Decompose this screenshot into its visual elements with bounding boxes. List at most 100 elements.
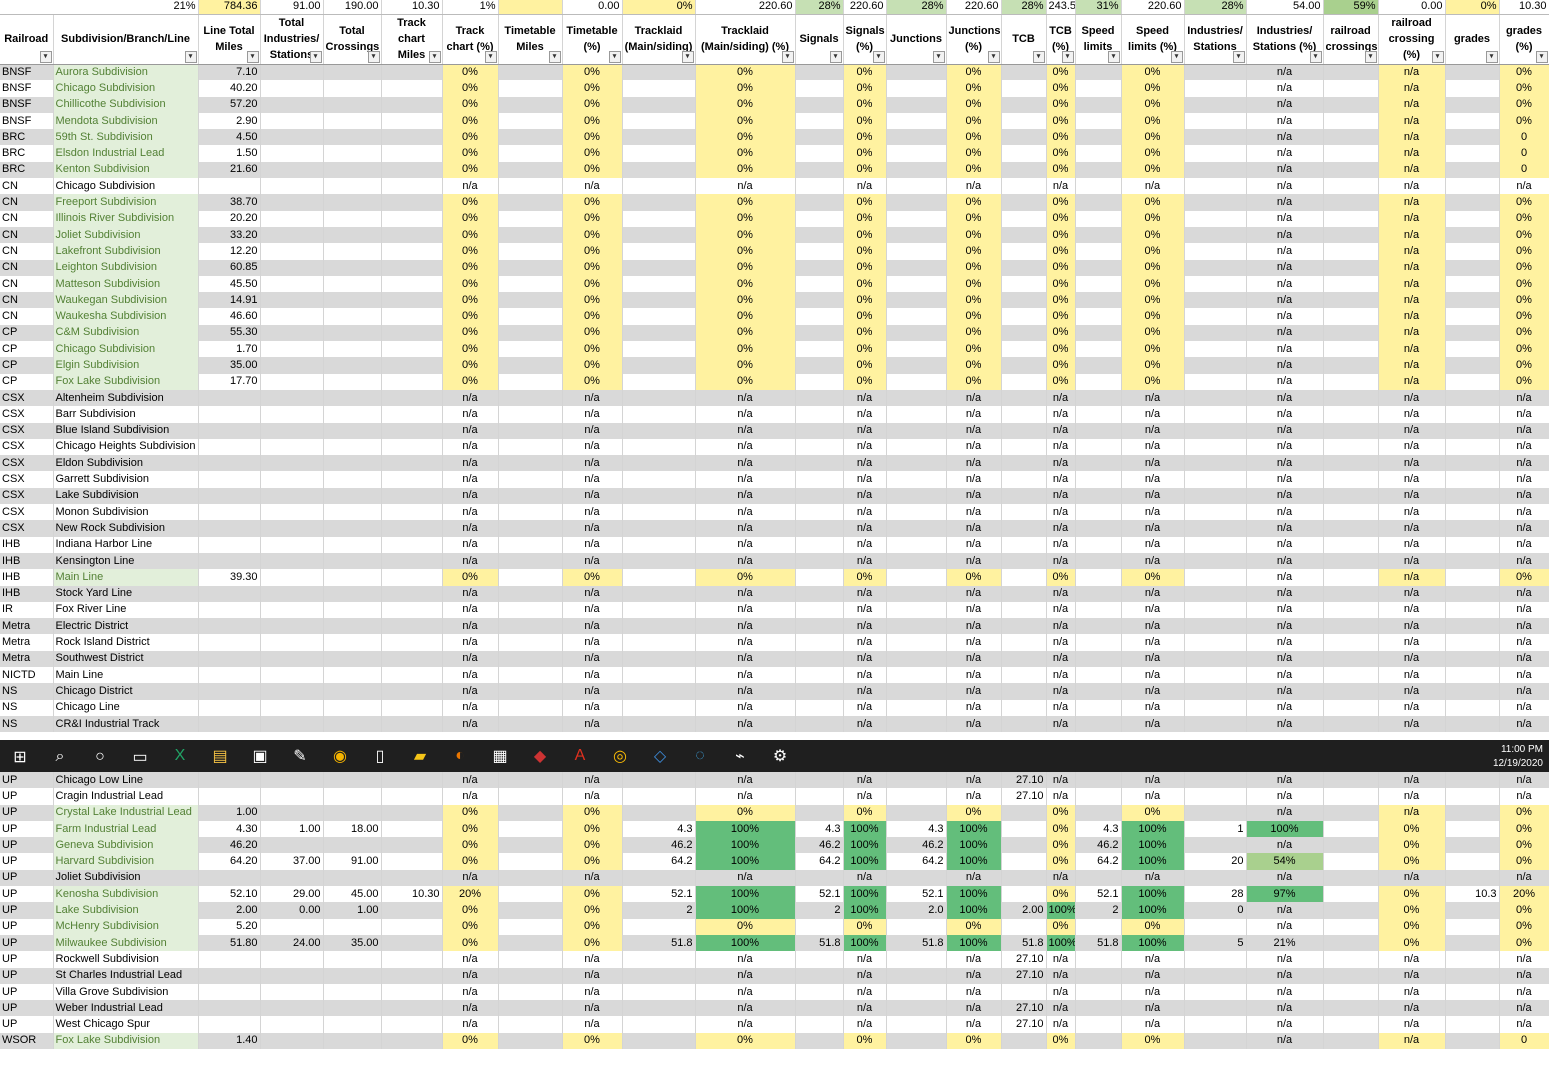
- table-cell[interactable]: Cragin Industrial Lead: [53, 788, 199, 805]
- table-cell[interactable]: [886, 520, 947, 537]
- table-cell[interactable]: [323, 438, 382, 456]
- table-cell[interactable]: [886, 618, 947, 635]
- table-cell[interactable]: [1445, 292, 1500, 309]
- table-cell[interactable]: 0%: [442, 112, 499, 130]
- table-cell[interactable]: n/a: [562, 1000, 623, 1017]
- table-cell[interactable]: 0%: [1499, 341, 1549, 358]
- table-cell[interactable]: [381, 308, 443, 325]
- table-cell[interactable]: BRC: [0, 129, 54, 146]
- table-cell[interactable]: [1075, 788, 1122, 805]
- table-cell[interactable]: n/a: [695, 618, 796, 635]
- table-cell[interactable]: 0%: [843, 275, 887, 293]
- total-cell[interactable]: 190.00: [323, 0, 382, 15]
- table-cell[interactable]: [886, 1016, 947, 1033]
- table-cell[interactable]: 0%: [1121, 918, 1185, 935]
- table-cell[interactable]: [1445, 64, 1500, 81]
- table-cell[interactable]: CN: [0, 308, 54, 325]
- table-cell[interactable]: [795, 96, 844, 113]
- table-cell[interactable]: Garrett Subdivision: [53, 471, 199, 488]
- table-cell[interactable]: 0%: [843, 129, 887, 146]
- table-cell[interactable]: [498, 145, 563, 162]
- table-cell[interactable]: n/a: [562, 951, 623, 968]
- table-cell[interactable]: 55.30: [198, 324, 261, 342]
- table-cell[interactable]: 0%: [946, 243, 1002, 260]
- table-cell[interactable]: [1445, 373, 1500, 390]
- table-cell[interactable]: n/a: [1246, 772, 1324, 789]
- table-cell[interactable]: n/a: [1046, 650, 1076, 667]
- table-cell[interactable]: [323, 178, 382, 195]
- table-cell[interactable]: n/a: [1499, 487, 1549, 505]
- table-cell[interactable]: n/a: [1378, 112, 1446, 130]
- table-cell[interactable]: [886, 226, 947, 244]
- table-cell[interactable]: [498, 112, 563, 130]
- table-cell[interactable]: [1445, 406, 1500, 423]
- table-cell[interactable]: 0%: [1121, 292, 1185, 309]
- table-cell[interactable]: n/a: [442, 178, 499, 195]
- table-cell[interactable]: 1.00: [323, 902, 382, 919]
- table-cell[interactable]: 29.00: [260, 886, 324, 903]
- table-cell[interactable]: n/a: [1246, 585, 1324, 602]
- table-cell[interactable]: 0%: [562, 934, 623, 952]
- table-cell[interactable]: 0%: [442, 80, 499, 97]
- table-cell[interactable]: [1445, 618, 1500, 635]
- table-cell[interactable]: 0%: [442, 226, 499, 244]
- table-cell[interactable]: [323, 308, 382, 325]
- table-cell[interactable]: [1323, 64, 1379, 81]
- table-row[interactable]: WSOR Fox Lake Subdivision 1.40 0% 0% 0% 0% 0% 0%…: [0, 1032, 1549, 1050]
- table-row[interactable]: UP Milwaukee Subdivision 51.80 24.00 35.00 0%…: [0, 934, 1549, 952]
- table-cell[interactable]: [498, 275, 563, 293]
- table-cell[interactable]: [498, 504, 563, 521]
- table-cell[interactable]: 0%: [1121, 161, 1185, 179]
- table-cell[interactable]: n/a: [1378, 699, 1446, 716]
- table-cell[interactable]: n/a: [1046, 715, 1076, 733]
- table-cell[interactable]: n/a: [442, 536, 499, 553]
- windows-start-icon[interactable]: ⊞: [0, 740, 40, 774]
- table-cell[interactable]: [1001, 487, 1047, 505]
- table-cell[interactable]: CSX: [0, 438, 54, 456]
- table-cell[interactable]: 0%: [1499, 308, 1549, 325]
- table-cell[interactable]: [886, 804, 947, 821]
- table-cell[interactable]: [198, 699, 261, 716]
- table-cell[interactable]: [1445, 983, 1500, 1001]
- table-cell[interactable]: [198, 504, 261, 521]
- table-cell[interactable]: 0%: [843, 373, 887, 390]
- table-cell[interactable]: [1001, 552, 1047, 570]
- table-cell[interactable]: [622, 275, 696, 293]
- table-cell[interactable]: [381, 504, 443, 521]
- table-cell[interactable]: n/a: [1046, 1016, 1076, 1033]
- table-cell[interactable]: n/a: [1378, 324, 1446, 342]
- table-cell[interactable]: [1323, 804, 1379, 821]
- table-cell[interactable]: 0%: [1499, 837, 1549, 854]
- table-cell[interactable]: CN: [0, 243, 54, 260]
- table-cell[interactable]: [886, 308, 947, 325]
- table-cell[interactable]: 100%: [1046, 902, 1076, 919]
- table-cell[interactable]: [498, 292, 563, 309]
- table-cell[interactable]: 0%: [442, 853, 499, 870]
- table-cell[interactable]: n/a: [1378, 259, 1446, 276]
- table-cell[interactable]: [498, 1000, 563, 1017]
- paint-icon[interactable]: ✎: [280, 740, 320, 774]
- table-cell[interactable]: 2.00: [1001, 902, 1047, 919]
- table-cell[interactable]: 0%: [562, 569, 623, 586]
- table-cell[interactable]: 0%: [562, 275, 623, 293]
- table-cell[interactable]: [323, 455, 382, 472]
- column-header[interactable]: Line Total Miles ▾: [198, 14, 261, 65]
- table-cell[interactable]: [1184, 80, 1247, 97]
- table-cell[interactable]: n/a: [562, 406, 623, 423]
- table-cell[interactable]: 0%: [1046, 820, 1076, 838]
- table-cell[interactable]: n/a: [562, 438, 623, 456]
- table-cell[interactable]: [1445, 683, 1500, 700]
- table-cell[interactable]: 0%: [442, 275, 499, 293]
- table-cell[interactable]: [1184, 683, 1247, 700]
- table-cell[interactable]: 0%: [946, 259, 1002, 276]
- table-cell[interactable]: n/a: [562, 788, 623, 805]
- table-row[interactable]: CP Fox Lake Subdivision 17.70 0% 0% 0% 0% 0% 0% 0…: [0, 373, 1549, 390]
- table-cell[interactable]: [1184, 666, 1247, 684]
- table-cell[interactable]: [1001, 194, 1047, 211]
- table-cell[interactable]: n/a: [946, 983, 1002, 1001]
- table-cell[interactable]: [198, 715, 261, 733]
- table-cell[interactable]: [498, 886, 563, 903]
- table-cell[interactable]: n/a: [562, 585, 623, 602]
- table-cell[interactable]: [622, 406, 696, 423]
- table-cell[interactable]: [886, 967, 947, 984]
